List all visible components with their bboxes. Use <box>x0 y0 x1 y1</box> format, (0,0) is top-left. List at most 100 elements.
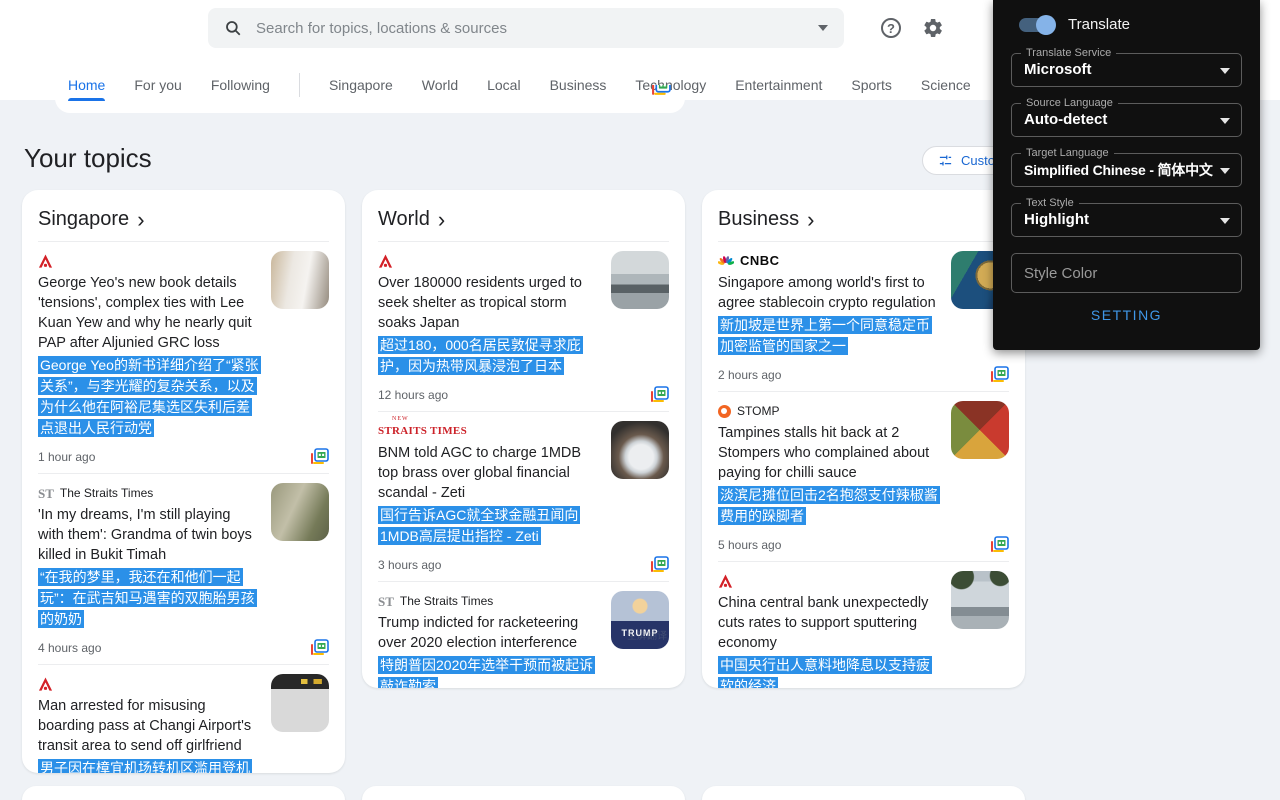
style-color-input[interactable] <box>1011 253 1242 293</box>
article-title[interactable]: China central bank unexpectedly cuts rat… <box>718 593 939 653</box>
translated-text: 新加坡是世界上第一个同意稳定币加密监管的国家之一 <box>718 315 939 357</box>
caret-down-icon <box>1220 168 1230 174</box>
search-icon <box>224 19 242 37</box>
caret-down-icon <box>1220 118 1230 124</box>
translated-text: George Yeo的新书详细介绍了“紧张关系”，与李光耀的复杂关系，以及为什么… <box>38 355 259 439</box>
chevron-right-icon: › <box>137 212 144 228</box>
straits-times-logo-icon: ST <box>378 595 394 608</box>
tab-for-you[interactable]: For you <box>134 77 181 93</box>
source-language-select[interactable]: Source Language Auto-detect <box>1011 103 1242 137</box>
full-coverage-icon[interactable] <box>990 536 1009 553</box>
full-coverage-icon[interactable] <box>990 366 1009 383</box>
article-thumbnail[interactable] <box>951 571 1009 629</box>
topic-card-business: Business› CNBC <box>702 190 1025 688</box>
article-title[interactable]: Over 180000 residents urged to seek shel… <box>378 273 599 333</box>
setting-link[interactable]: SETTING <box>993 307 1260 323</box>
tab-sports[interactable]: Sports <box>851 77 891 93</box>
help-button[interactable]: ? <box>878 15 904 41</box>
timestamp: 5 hours ago <box>718 538 781 552</box>
panel-title: Translate <box>1068 16 1130 33</box>
text-style-select[interactable]: Text Style Highlight <box>1011 203 1242 237</box>
source-row[interactable]: STOMP <box>718 401 939 418</box>
article-title[interactable]: Trump indicted for racketeering over 202… <box>378 613 599 653</box>
source-name: The Straits Times <box>400 594 493 608</box>
article: ST The Straits Times Trump indicted for … <box>378 582 669 688</box>
cna-logo-icon <box>38 254 53 268</box>
article-title[interactable]: Singapore among world's first to agree s… <box>718 273 939 313</box>
article-thumbnail[interactable] <box>271 251 329 309</box>
article-thumbnail[interactable] <box>611 251 669 309</box>
cna-logo-icon <box>718 574 733 588</box>
source-row[interactable] <box>378 251 599 268</box>
straits-times-logo-icon: ST <box>38 487 54 500</box>
field-label: Translate Service <box>1021 47 1116 59</box>
translated-text: “在我的梦里，我还在和他们一起玩”：在武吉知马遇害的双胞胎男孩的奶奶 <box>38 567 259 630</box>
extension-watermark: 全屏翻译 <box>627 627 667 642</box>
translated-text: 淡滨尼摊位回击2名抱怨支付辣椒酱费用的跺脚者 <box>718 485 939 527</box>
cnbc-peacock-icon <box>718 254 734 268</box>
primary-nav: Home For you Following Singapore World L… <box>68 72 1040 98</box>
source-name: STOMP <box>737 404 779 418</box>
topic-card-singapore: Singapore› George Yeo's new book details… <box>22 190 345 773</box>
search-dropdown-caret-icon[interactable] <box>818 25 828 31</box>
tab-following[interactable]: Following <box>211 77 270 93</box>
article-title[interactable]: 'In my dreams, I'm still playing with th… <box>38 505 259 565</box>
source-row[interactable] <box>38 251 259 268</box>
topic-title: Business <box>718 208 799 231</box>
page-title: Your topics <box>24 143 152 174</box>
source-row[interactable] <box>718 571 939 588</box>
article-title[interactable]: Man arrested for misusing boarding pass … <box>38 696 259 756</box>
tab-local[interactable]: Local <box>487 77 520 93</box>
translate-service-select[interactable]: Translate Service Microsoft <box>1011 53 1242 87</box>
article-thumbnail[interactable] <box>951 401 1009 459</box>
new-straits-times-logo-icon: NEWSTRAITS TIMES <box>378 422 467 438</box>
tab-home[interactable]: Home <box>68 77 105 93</box>
tab-entertainment[interactable]: Entertainment <box>735 77 822 93</box>
article-thumbnail[interactable] <box>271 483 329 541</box>
topic-link-world[interactable]: World› <box>378 204 669 241</box>
source-row[interactable]: ST The Straits Times <box>38 483 259 500</box>
partial-card-above <box>55 98 685 113</box>
tab-singapore[interactable]: Singapore <box>329 77 393 93</box>
full-coverage-icon[interactable] <box>650 386 669 403</box>
cna-logo-icon <box>378 254 393 268</box>
full-coverage-icon[interactable] <box>650 556 669 573</box>
timestamp: 2 hours ago <box>718 368 781 382</box>
source-row[interactable] <box>38 674 259 691</box>
article-thumbnail[interactable] <box>611 421 669 479</box>
settings-button[interactable] <box>920 15 946 41</box>
source-row[interactable]: ST The Straits Times <box>378 591 599 608</box>
next-card-peek <box>362 786 685 800</box>
article: George Yeo's new book details 'tensions'… <box>38 242 329 473</box>
gear-icon <box>922 17 944 39</box>
field-label: Source Language <box>1021 97 1118 109</box>
full-coverage-icon[interactable] <box>310 639 329 656</box>
full-coverage-icon[interactable] <box>310 448 329 465</box>
topic-link-business[interactable]: Business› <box>718 204 1009 241</box>
tab-world[interactable]: World <box>422 77 458 93</box>
source-row[interactable]: CNBC <box>718 251 939 268</box>
target-language-select[interactable]: Target Language Simplified Chinese - 简体中… <box>1011 153 1242 187</box>
field-label: Target Language <box>1021 147 1114 159</box>
translate-toggle[interactable] <box>1019 18 1053 32</box>
full-coverage-icon <box>651 85 671 98</box>
search-bar[interactable]: Search for topics, locations & sources <box>208 8 844 48</box>
translated-text: 男子因在樟宜机场转机区滥用登机牌送走女友被捕 <box>38 758 259 773</box>
timestamp: 3 hours ago <box>378 558 441 572</box>
source-row[interactable]: NEWSTRAITS TIMES <box>378 421 599 438</box>
article: China central bank unexpectedly cuts rat… <box>718 562 1009 688</box>
timestamp: 12 hours ago <box>378 388 448 402</box>
article-thumbnail[interactable] <box>271 674 329 732</box>
article-title[interactable]: Tampines stalls hit back at 2 Stompers w… <box>718 423 939 483</box>
tab-science[interactable]: Science <box>921 77 971 93</box>
search-placeholder: Search for topics, locations & sources <box>256 20 818 37</box>
caret-down-icon <box>1220 218 1230 224</box>
translated-text: 国行告诉AGC就全球金融丑闻向1MDB高层提出指控 - Zeti <box>378 505 599 547</box>
article-title[interactable]: George Yeo's new book details 'tensions'… <box>38 273 259 353</box>
google-news-page: Search for topics, locations & sources ?… <box>0 0 1280 800</box>
topic-link-singapore[interactable]: Singapore› <box>38 204 329 241</box>
article-title[interactable]: BNM told AGC to charge 1MDB top brass ov… <box>378 443 599 503</box>
cna-logo-icon <box>38 677 53 691</box>
tab-business[interactable]: Business <box>550 77 607 93</box>
tune-icon <box>938 153 953 168</box>
